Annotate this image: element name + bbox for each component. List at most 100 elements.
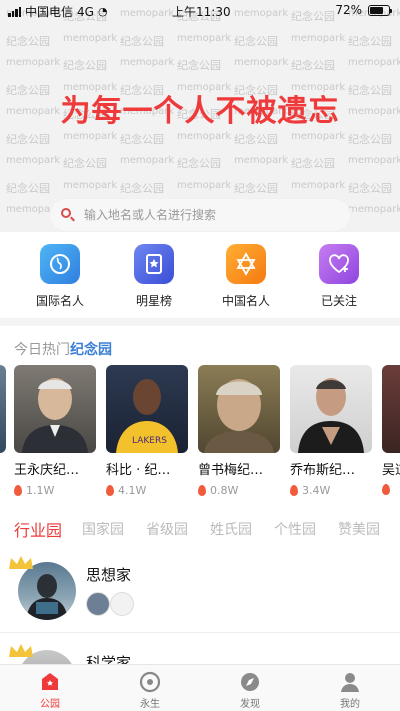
- globe-icon: [40, 244, 80, 284]
- watermark-text: 纪念公园: [120, 181, 164, 195]
- heat-count: 4.1W: [106, 484, 188, 497]
- hot-card[interactable]: 曾书梅纪… 0.8W: [198, 365, 280, 497]
- memorial-photo: [290, 365, 372, 453]
- category-label: 中国名人: [221, 294, 270, 308]
- section-divider: [0, 318, 400, 326]
- watermark-text: 纪念公园: [348, 132, 392, 146]
- watermark-text: memopark: [6, 57, 61, 68]
- watermark-text: 纪念公园: [120, 34, 164, 48]
- hot-section-title: 今日热门纪念园: [14, 339, 112, 359]
- watermark-text: memopark: [177, 130, 232, 142]
- crown-icon: [9, 644, 33, 657]
- watermark-text: memopark: [234, 155, 289, 166]
- flame-icon: [382, 484, 390, 495]
- watermark-text: memopark: [348, 204, 400, 215]
- crown-icon: [9, 556, 33, 569]
- hot-card[interactable]: LAKERS 科比 · 纪… 4.1W: [106, 365, 188, 497]
- search-input[interactable]: [84, 208, 324, 222]
- memorial-photo: [198, 365, 280, 453]
- flame-icon: [14, 485, 22, 496]
- hot-card[interactable]: 乔布斯纪… 3.4W: [290, 365, 372, 497]
- flame-icon: [198, 485, 206, 496]
- watermark-text: 纪念公园: [177, 157, 221, 170]
- watermark-text: 纪念公园: [291, 157, 335, 170]
- nav-eternal[interactable]: 永生: [100, 665, 200, 711]
- signal-icon: [8, 6, 21, 17]
- hot-title-prefix: 今日热门: [14, 342, 70, 358]
- category-label: 明星榜: [135, 294, 172, 308]
- battery-percent: 72%: [335, 3, 362, 17]
- nav-park[interactable]: 公园: [0, 665, 100, 711]
- tab-surname[interactable]: 姓氏园: [210, 519, 252, 539]
- clock: 上午11:30: [172, 5, 231, 19]
- park-icon: [39, 671, 61, 693]
- watermark-text: 纪念公园: [234, 34, 278, 48]
- watermark-text: memopark: [63, 32, 118, 44]
- memorial-photo: LAKERS: [106, 365, 188, 453]
- memorial-name: 吴道: [382, 463, 400, 478]
- list-item[interactable]: 思想家: [0, 552, 400, 624]
- category-china[interactable]: 中国名人: [211, 244, 281, 309]
- member-avatar: [86, 592, 110, 616]
- hot-title-accent: 纪念园: [70, 342, 112, 358]
- watermark-text: 纪念公园: [348, 181, 392, 195]
- eternal-icon: [139, 671, 161, 693]
- watermark-text: 纪念公园: [6, 34, 50, 48]
- flame-icon: [290, 485, 298, 496]
- svg-text:LAKERS: LAKERS: [132, 436, 167, 446]
- memorial-photo: [382, 365, 400, 453]
- tab-country[interactable]: 国家园: [82, 519, 124, 539]
- watermark-text: memopark: [63, 179, 118, 191]
- watermark-text: memopark: [291, 179, 346, 191]
- watermark-text: memopark: [63, 130, 118, 142]
- tab-industry[interactable]: 行业园: [14, 517, 62, 541]
- memorial-name: 科比 · 纪…: [106, 463, 171, 478]
- hot-memorials-row[interactable]: 王永庆纪… 1.1W LAKERS 科比 · 纪… 4.1W 曾书梅纪… 0.8…: [0, 365, 400, 500]
- watermark-text: memopark: [120, 57, 175, 68]
- hot-card-partial-left[interactable]: [0, 365, 6, 453]
- category-followed[interactable]: 已关注: [304, 244, 374, 309]
- heat-count: [382, 484, 400, 495]
- nav-label: 公园: [40, 699, 60, 710]
- tab-province[interactable]: 省级园: [146, 519, 188, 539]
- memorial-photo: [0, 365, 6, 453]
- category-international[interactable]: 国际名人: [25, 244, 95, 309]
- watermark-text: memopark: [120, 155, 175, 166]
- watermark-text: memopark: [6, 155, 61, 166]
- nav-discover[interactable]: 发现: [200, 665, 300, 711]
- watermark-text: memopark: [177, 32, 232, 44]
- star-of-david-icon: [226, 244, 266, 284]
- memorial-name: 曾书梅纪…: [198, 463, 264, 478]
- hero-banner: memopark 纪念公园 memopark 纪念公园 memopark 纪念公园 memo…: [0, 0, 400, 232]
- heat-count: 1.1W: [14, 484, 96, 497]
- member-avatar-placeholder: [110, 592, 134, 616]
- bottom-nav: 公园 永生 发现 我的: [0, 664, 400, 711]
- watermark-text: memopark: [234, 57, 289, 68]
- watermark-text: 纪念公园: [234, 132, 278, 146]
- tab-personality[interactable]: 个性园: [274, 519, 316, 539]
- nav-label: 发现: [240, 699, 260, 710]
- category-stars[interactable]: 明星榜: [119, 244, 189, 309]
- network-label: 4G: [77, 4, 94, 19]
- status-bar: 中国电信 4G ◔ 上午11:30 72%: [0, 0, 400, 22]
- watermark-text: 纪念公园: [177, 59, 221, 72]
- memorial-photo: [14, 365, 96, 453]
- watermark-text: memopark: [291, 32, 346, 44]
- park-type-tabs: 行业园 国家园 省级园 姓氏园 个性园 赞美园: [14, 519, 400, 541]
- watermark-text: 纪念公园: [234, 181, 278, 195]
- watermark-text: memopark: [291, 130, 346, 142]
- category-label: 国际名人: [35, 294, 84, 308]
- memorial-name: 王永庆纪…: [14, 463, 80, 478]
- tab-praise[interactable]: 赞美园: [338, 519, 380, 539]
- list-item-title: 思想家: [86, 566, 132, 584]
- watermark-text: 纪念公园: [63, 157, 107, 170]
- battery-icon: [368, 4, 392, 16]
- watermark-text: 纪念公园: [63, 59, 107, 72]
- flame-icon: [106, 485, 114, 496]
- carrier-label: 中国电信: [25, 5, 74, 19]
- heat-count: 3.4W: [290, 484, 372, 497]
- search-bar[interactable]: [50, 199, 350, 231]
- hot-card[interactable]: 王永庆纪… 1.1W: [14, 365, 96, 497]
- nav-profile[interactable]: 我的: [300, 665, 400, 711]
- hot-card-partial-right[interactable]: 吴道: [382, 365, 400, 495]
